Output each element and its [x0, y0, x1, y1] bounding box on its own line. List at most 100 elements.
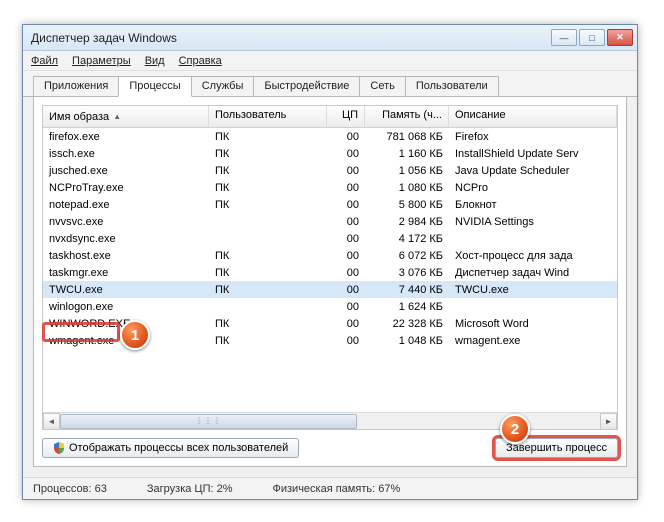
menubar: Файл Параметры Вид Справка: [23, 51, 637, 71]
table-row[interactable]: notepad.exeПК005 800 КББлокнот: [43, 196, 617, 213]
window-title: Диспетчер задач Windows: [31, 31, 551, 45]
tab-processes[interactable]: Процессы: [118, 76, 191, 97]
cell-cpu: 00: [327, 130, 365, 144]
status-cpu: Загрузка ЦП: 2%: [147, 483, 233, 495]
table-row[interactable]: taskmgr.exeПК003 076 КБДиспетчер задач W…: [43, 264, 617, 281]
menu-options[interactable]: Параметры: [72, 55, 131, 67]
cell-mem: 1 160 КБ: [365, 147, 449, 161]
scroll-thumb[interactable]: ⋮⋮⋮: [60, 414, 357, 429]
scroll-left-icon[interactable]: ◄: [43, 413, 60, 430]
titlebar[interactable]: Диспетчер задач Windows — □ ✕: [23, 25, 637, 51]
end-process-button[interactable]: Завершить процесс: [495, 438, 618, 458]
cell-mem: 6 072 КБ: [365, 249, 449, 263]
cell-cpu: 00: [327, 266, 365, 280]
cell-desc: [449, 238, 617, 240]
col-image-name[interactable]: Имя образа▲: [43, 106, 209, 127]
menu-view[interactable]: Вид: [145, 55, 165, 67]
cell-user: ПК: [209, 198, 327, 212]
cell-desc: InstallShield Update Serv: [449, 147, 617, 161]
table-row[interactable]: nvxdsync.exe 004 172 КБ: [43, 230, 617, 247]
table-row[interactable]: taskhost.exeПК006 072 КБХост-процесс для…: [43, 247, 617, 264]
menu-help[interactable]: Справка: [179, 55, 222, 67]
cell-desc: Блокнот: [449, 198, 617, 212]
horizontal-scrollbar[interactable]: ◄ ⋮⋮⋮ ►: [43, 412, 617, 429]
show-all-users-button[interactable]: Отображать процессы всех пользователей: [42, 438, 299, 458]
cell-mem: 4 172 КБ: [365, 232, 449, 246]
close-button[interactable]: ✕: [607, 29, 633, 46]
cell-cpu: 00: [327, 215, 365, 229]
col-user[interactable]: Пользователь: [209, 106, 327, 127]
cell-cpu: 00: [327, 147, 365, 161]
cell-desc: Хост-процесс для зада: [449, 249, 617, 263]
cell-cpu: 00: [327, 334, 365, 348]
cell-img: nvvsvc.exe: [43, 215, 209, 229]
cell-img: notepad.exe: [43, 198, 209, 212]
cell-desc: Java Update Scheduler: [449, 164, 617, 178]
cell-img: issch.exe: [43, 147, 209, 161]
table-row[interactable]: jusched.exeПК001 056 КБJava Update Sched…: [43, 162, 617, 179]
cell-user: ПК: [209, 249, 327, 263]
scroll-right-icon[interactable]: ►: [600, 413, 617, 430]
cell-user: ПК: [209, 164, 327, 178]
cell-img: wmagent.exe: [43, 334, 209, 348]
cell-user: ПК: [209, 130, 327, 144]
table-row[interactable]: issch.exeПК001 160 КБInstallShield Updat…: [43, 145, 617, 162]
lower-bar: Отображать процессы всех пользователей З…: [42, 438, 618, 458]
tab-services[interactable]: Службы: [191, 76, 255, 96]
col-cpu[interactable]: ЦП: [327, 106, 365, 127]
cell-mem: 781 068 КБ: [365, 130, 449, 144]
cell-user: ПК: [209, 283, 327, 297]
cell-desc: NCPro: [449, 181, 617, 195]
tab-performance[interactable]: Быстродействие: [253, 76, 360, 96]
tab-applications[interactable]: Приложения: [33, 76, 119, 96]
menu-file[interactable]: Файл: [31, 55, 58, 67]
cell-cpu: 00: [327, 198, 365, 212]
tab-network[interactable]: Сеть: [359, 76, 405, 96]
status-memory: Физическая память: 67%: [273, 483, 401, 495]
status-processes: Процессов: 63: [33, 483, 107, 495]
col-description[interactable]: Описание: [449, 106, 617, 127]
cell-mem: 22 328 КБ: [365, 317, 449, 331]
cell-desc: [449, 306, 617, 308]
cell-user: ПК: [209, 266, 327, 280]
cell-img: nvxdsync.exe: [43, 232, 209, 246]
table-row[interactable]: NCProTray.exeПК001 080 КБNCPro: [43, 179, 617, 196]
cell-desc: Firefox: [449, 130, 617, 144]
tab-content: Имя образа▲ Пользователь ЦП Память (ч...…: [33, 97, 627, 467]
table-row[interactable]: TWCU.exeПК007 440 КБTWCU.exe: [43, 281, 617, 298]
minimize-button[interactable]: —: [551, 29, 577, 46]
process-table: Имя образа▲ Пользователь ЦП Память (ч...…: [42, 105, 618, 430]
cell-img: TWCU.exe: [43, 283, 209, 297]
tab-users[interactable]: Пользователи: [405, 76, 499, 96]
cell-img: jusched.exe: [43, 164, 209, 178]
cell-mem: 1 048 КБ: [365, 334, 449, 348]
cell-mem: 1 624 КБ: [365, 300, 449, 314]
cell-cpu: 00: [327, 317, 365, 331]
table-row[interactable]: nvvsvc.exe002 984 КБNVIDIA Settings: [43, 213, 617, 230]
statusbar: Процессов: 63 Загрузка ЦП: 2% Физическая…: [23, 477, 637, 499]
table-row[interactable]: firefox.exeПК00781 068 КБFirefox: [43, 128, 617, 145]
cell-img: winlogon.exe: [43, 300, 209, 314]
cell-mem: 7 440 КБ: [365, 283, 449, 297]
task-manager-window: Диспетчер задач Windows — □ ✕ Файл Парам…: [22, 24, 638, 500]
cell-img: firefox.exe: [43, 130, 209, 144]
table-row[interactable]: winlogon.exe 001 624 КБ: [43, 298, 617, 315]
cell-desc: wmagent.exe: [449, 334, 617, 348]
cell-user: [209, 306, 327, 308]
uac-shield-icon: [53, 442, 65, 454]
table-row[interactable]: WINWORD.EXEПК0022 328 КБMicrosoft Word: [43, 315, 617, 332]
cell-user: ПК: [209, 317, 327, 331]
table-body[interactable]: firefox.exeПК00781 068 КБFirefoxissch.ex…: [43, 128, 617, 412]
table-row[interactable]: wmagent.exeПК001 048 КБwmagent.exe: [43, 332, 617, 349]
cell-user: ПК: [209, 181, 327, 195]
cell-user: ПК: [209, 147, 327, 161]
table-header: Имя образа▲ Пользователь ЦП Память (ч...…: [43, 106, 617, 128]
cell-desc: TWCU.exe: [449, 283, 617, 297]
cell-user: [209, 238, 327, 240]
cell-cpu: 00: [327, 300, 365, 314]
cell-cpu: 00: [327, 232, 365, 246]
cell-mem: 1 056 КБ: [365, 164, 449, 178]
maximize-button[interactable]: □: [579, 29, 605, 46]
col-memory[interactable]: Память (ч...: [365, 106, 449, 127]
cell-mem: 1 080 КБ: [365, 181, 449, 195]
